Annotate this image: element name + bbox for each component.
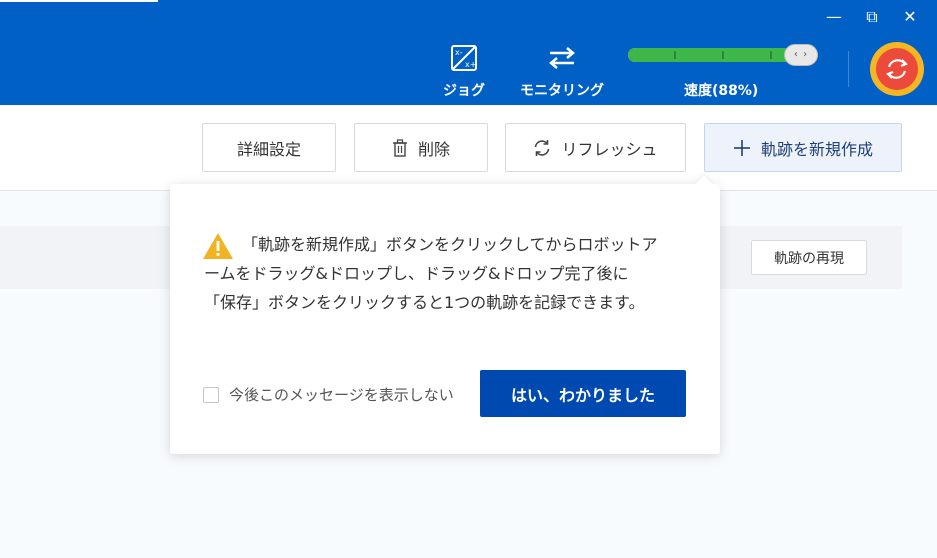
new-trajectory-button[interactable]: 軌跡を新規作成	[704, 123, 902, 172]
popover-message: 「軌跡を新規作成」ボタンをクリックしてからロボットアームをドラッグ&ドロップし、…	[204, 235, 658, 312]
svg-text:x+: x+	[465, 60, 476, 69]
jog-label: ジョグ	[443, 83, 485, 99]
restore-icon[interactable]: ⧉	[860, 6, 884, 28]
speed-fill	[628, 48, 801, 62]
refresh-icon	[535, 139, 550, 156]
speed-slider[interactable]: ‹ › 速度(88%)	[628, 44, 818, 99]
detail-settings-label: 詳細設定	[236, 139, 301, 159]
minimize-icon[interactable]: —	[822, 6, 846, 28]
new-trajectory-label: 軌跡を新規作成	[760, 139, 873, 159]
jog-tool-button[interactable]: x- x+ ジョグ	[438, 42, 490, 100]
robot-status-button[interactable]	[870, 42, 924, 96]
speed-slider-handle[interactable]: ‹ ›	[784, 44, 818, 66]
replay-trajectory-button[interactable]: 軌跡の再現	[751, 240, 867, 275]
dont-show-again-label: 今後このメッセージを表示しない	[229, 386, 454, 404]
info-popover: 「軌跡を新規作成」ボタンをクリックしてからロボットアームをドラッグ&ドロップし、…	[170, 175, 720, 454]
replay-trajectory-label: 軌跡の再現	[774, 250, 844, 267]
jog-icon: x- x+	[451, 45, 477, 71]
delete-button[interactable]: 削除	[354, 123, 488, 172]
trash-icon	[392, 138, 407, 157]
refresh-button[interactable]: リフレッシュ	[505, 123, 686, 172]
detail-settings-button[interactable]: 詳細設定	[202, 123, 336, 172]
refresh-circle-icon	[886, 59, 908, 79]
confirm-button[interactable]: はい、わかりました	[480, 370, 686, 417]
monitoring-tool-button[interactable]: モニタリング	[510, 42, 614, 100]
header-divider	[848, 51, 849, 87]
checkbox-box[interactable]	[203, 386, 219, 403]
delete-label: 削除	[417, 139, 450, 159]
swap-arrows-icon	[549, 47, 575, 69]
active-tab-indicator	[0, 0, 158, 2]
svg-text:x-: x-	[455, 48, 463, 57]
close-icon[interactable]: ✕	[898, 6, 922, 28]
toolbar: 詳細設定 削除 リフレッシュ 軌跡を新規作成	[0, 105, 937, 191]
dont-show-again-checkbox[interactable]: 今後このメッセージを表示しない	[203, 384, 454, 405]
monitoring-label: モニタリング	[520, 83, 604, 99]
refresh-label: リフレッシュ	[561, 139, 658, 159]
plus-icon	[733, 139, 750, 156]
top-header: — ⧉ ✕ x- x+ ジョグ モニタリング ‹ › 速度(88%)	[0, 0, 937, 105]
speed-track[interactable]: ‹ ›	[628, 44, 818, 66]
speed-label: 速度(88%)	[684, 83, 759, 99]
